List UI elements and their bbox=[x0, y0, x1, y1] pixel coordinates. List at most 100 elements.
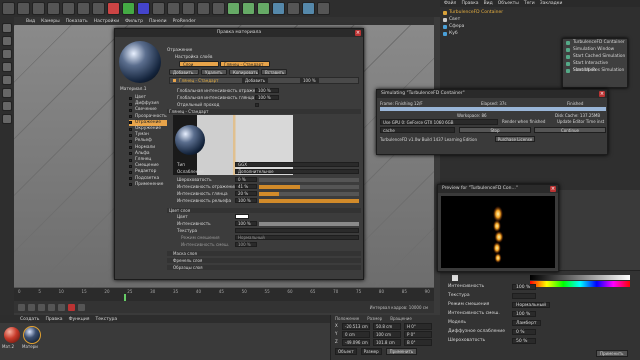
viewport-menu-item[interactable]: Камеры bbox=[41, 19, 60, 24]
layer-mask-section[interactable]: Маска слоя bbox=[167, 251, 361, 256]
channel-checkbox[interactable] bbox=[129, 96, 132, 100]
go-end-icon[interactable] bbox=[58, 303, 65, 311]
color-spectrum[interactable] bbox=[530, 281, 630, 287]
deformer-icon[interactable] bbox=[272, 2, 285, 15]
channel-checkbox[interactable] bbox=[129, 158, 132, 162]
global-specular-field[interactable]: 100 % bbox=[255, 95, 279, 100]
viewport-menu-item[interactable]: Показать bbox=[66, 19, 88, 24]
object-row[interactable]: Сфера bbox=[443, 23, 464, 30]
coord-size-field[interactable]: 101.8 cm bbox=[373, 339, 401, 346]
reflection-strength-slider[interactable] bbox=[259, 185, 359, 189]
attribute-value-field[interactable]: 0 % bbox=[512, 328, 536, 335]
gloss-section-header[interactable]: Глянец - Стандарт bbox=[167, 109, 361, 114]
materials-menu-item[interactable]: Функция bbox=[69, 317, 90, 322]
context-menu-item[interactable]: Start Up-Res Simulation bbox=[563, 67, 627, 74]
object-menu-item[interactable]: Теги bbox=[524, 1, 535, 6]
brightness-field[interactable]: 100 % bbox=[235, 221, 257, 226]
render-view-icon[interactable] bbox=[167, 2, 180, 15]
layer-visible-icon[interactable] bbox=[173, 79, 176, 82]
material-swatch[interactable] bbox=[4, 327, 20, 343]
array-icon[interactable] bbox=[257, 2, 270, 15]
close-icon[interactable]: × bbox=[599, 91, 605, 97]
lock-icon[interactable] bbox=[2, 114, 12, 124]
undo-icon[interactable] bbox=[2, 2, 15, 15]
channel-checkbox[interactable] bbox=[129, 133, 132, 137]
bump-strength-slider[interactable] bbox=[259, 199, 359, 203]
paste-layer-button[interactable]: Вставить bbox=[261, 69, 287, 75]
context-menu-item[interactable]: Start Cached Simulation bbox=[563, 53, 627, 60]
cube-icon[interactable] bbox=[212, 2, 225, 15]
layer-row[interactable]: Глянец - Стандарт Добавить 100 % bbox=[169, 77, 359, 84]
scale-icon[interactable] bbox=[62, 2, 75, 15]
channel-item[interactable]: Применение bbox=[129, 182, 167, 188]
attribute-value-field[interactable]: 50 % bbox=[512, 337, 536, 344]
brightness-bar[interactable] bbox=[530, 275, 630, 280]
viewport-menu-item[interactable]: Фильтр bbox=[125, 19, 143, 24]
object-menu-item[interactable]: Вид bbox=[484, 1, 493, 6]
channel-checkbox[interactable] bbox=[129, 146, 132, 150]
channel-checkbox[interactable] bbox=[129, 183, 132, 187]
channel-checkbox[interactable] bbox=[129, 164, 132, 168]
render-when-finished-checkbox[interactable]: Render when finished bbox=[502, 119, 545, 124]
coord-rot-field[interactable]: B 0° bbox=[404, 339, 432, 346]
object-menu-item[interactable]: Объекты bbox=[498, 1, 519, 6]
type-select[interactable]: GGX bbox=[235, 162, 359, 167]
light-icon[interactable] bbox=[317, 2, 330, 15]
close-icon[interactable]: × bbox=[355, 30, 361, 36]
mode-edges-icon[interactable] bbox=[2, 62, 12, 72]
context-menu-item[interactable]: Start Interactive Simulation bbox=[563, 60, 627, 73]
color-section-header[interactable]: Цвет слоя bbox=[167, 208, 361, 213]
coord-mode-select[interactable]: Объект bbox=[335, 348, 357, 355]
move-icon[interactable] bbox=[47, 2, 60, 15]
attribute-value-field[interactable]: Нормальный bbox=[512, 301, 551, 308]
channel-checkbox[interactable] bbox=[129, 121, 132, 125]
context-menu-item[interactable]: TurbulenceFD Container bbox=[563, 39, 627, 46]
snap-icon[interactable] bbox=[2, 88, 12, 98]
close-icon[interactable]: × bbox=[550, 186, 556, 192]
specular-strength-field[interactable]: 20 % bbox=[235, 191, 257, 196]
object-menu-item[interactable]: Закладки bbox=[540, 1, 563, 6]
coord-system-icon[interactable] bbox=[152, 2, 165, 15]
layer-fresnel-section[interactable]: Френель слоя bbox=[167, 258, 361, 263]
channel-checkbox[interactable] bbox=[129, 102, 132, 106]
global-reflection-field[interactable]: 100 % bbox=[255, 88, 279, 93]
mode-model-icon[interactable] bbox=[2, 23, 12, 33]
preview-canvas[interactable] bbox=[441, 196, 555, 268]
channel-checkbox[interactable] bbox=[129, 170, 132, 174]
mode-points-icon[interactable] bbox=[2, 49, 12, 59]
tab-layers[interactable]: Слои bbox=[179, 61, 219, 67]
object-menu-item[interactable]: Файл bbox=[444, 1, 456, 6]
bump-strength-field[interactable]: 100 % bbox=[235, 198, 257, 203]
viewport-menu-item[interactable]: Вид bbox=[26, 19, 35, 24]
x-axis-icon[interactable] bbox=[107, 2, 120, 15]
channel-checkbox[interactable] bbox=[129, 177, 132, 181]
layer-opacity-field[interactable]: 100 % bbox=[300, 78, 319, 83]
channel-checkbox[interactable] bbox=[129, 115, 132, 119]
camera-icon[interactable] bbox=[302, 2, 315, 15]
coord-size-select[interactable]: Размер bbox=[360, 348, 382, 355]
copy-layer-button[interactable]: Копировать bbox=[229, 69, 259, 75]
material-preview[interactable] bbox=[119, 41, 161, 83]
materials-menu-item[interactable]: Правка bbox=[45, 317, 62, 322]
brightness-slider[interactable] bbox=[259, 222, 359, 226]
coord-pos-field[interactable]: 0 cm bbox=[342, 331, 370, 338]
separate-pass-checkbox[interactable] bbox=[255, 103, 259, 107]
remove-layer-button[interactable]: Удалить bbox=[201, 69, 227, 75]
object-row[interactable]: Свет bbox=[443, 16, 460, 23]
channel-checkbox[interactable] bbox=[129, 152, 132, 156]
specular-strength-slider[interactable] bbox=[259, 192, 359, 196]
layer-mode-select[interactable]: Добавить bbox=[242, 78, 269, 83]
mode-texture-icon[interactable] bbox=[2, 36, 12, 46]
coord-size-field[interactable]: 100 cm bbox=[373, 331, 401, 338]
render-settings-icon[interactable] bbox=[197, 2, 210, 15]
tab-gloss[interactable]: Глянец - Стандарт bbox=[220, 61, 270, 67]
play-icon[interactable] bbox=[38, 303, 45, 311]
stop-button[interactable]: Stop bbox=[459, 127, 531, 133]
roughness-slider[interactable] bbox=[259, 178, 359, 182]
material-swatch[interactable] bbox=[23, 326, 41, 344]
context-menu-item[interactable]: Simulation Window bbox=[563, 46, 627, 53]
prev-frame-icon[interactable] bbox=[28, 303, 35, 311]
continue-button[interactable]: Continue bbox=[534, 127, 606, 133]
layer-color-swatch[interactable] bbox=[235, 214, 249, 219]
y-axis-icon[interactable] bbox=[122, 2, 135, 15]
